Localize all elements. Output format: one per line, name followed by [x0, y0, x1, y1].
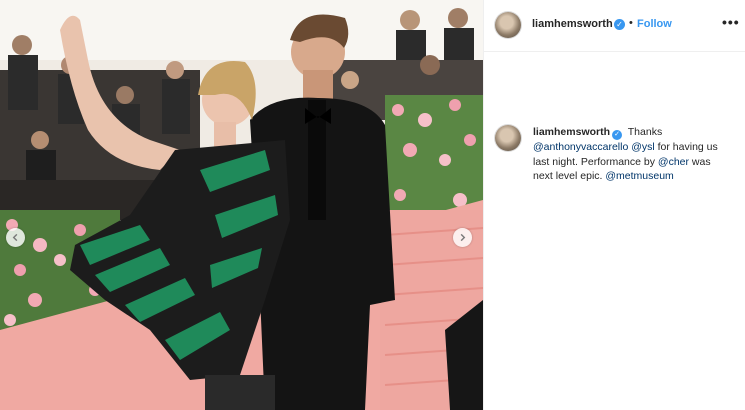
flower-wall-right: [385, 95, 483, 220]
caption-text: liamhemsworth ✓ Thanks @anthonyvaccarello…: [533, 125, 733, 184]
caption-comment: liamhemsworth ✓ Thanks @anthonyvaccarello…: [484, 52, 745, 182]
carousel-next-button[interactable]: [453, 228, 472, 247]
caption-text-1: Thanks: [627, 126, 663, 138]
more-options-icon[interactable]: •••: [722, 14, 740, 30]
mention-anthonyvaccarello[interactable]: @anthonyvaccarello: [533, 141, 628, 153]
follow-button[interactable]: Follow: [637, 18, 672, 30]
header-username[interactable]: liamhemsworth: [532, 18, 613, 30]
mention-cher[interactable]: @cher: [658, 156, 689, 168]
post-side-panel: liamhemsworth ✓ • Follow ••• liamhemswor…: [484, 0, 745, 410]
verified-badge-icon: ✓: [614, 19, 625, 30]
chevron-right-icon: [460, 233, 466, 242]
caption-verified-badge-icon: ✓: [612, 130, 623, 140]
post-photo[interactable]: [0, 0, 483, 410]
post-header: liamhemsworth ✓ • Follow •••: [484, 0, 745, 52]
carousel-prev-button[interactable]: [6, 228, 25, 247]
caption-username[interactable]: liamhemsworth: [533, 126, 610, 138]
separator-dot: •: [629, 17, 633, 29]
mention-ysl[interactable]: @ysl: [631, 141, 655, 153]
caption-avatar[interactable]: [495, 125, 521, 151]
chevron-left-icon: [12, 233, 18, 242]
avatar[interactable]: [495, 12, 521, 38]
mention-metmuseum[interactable]: @metmuseum: [605, 170, 673, 182]
photo-illustration: [0, 0, 483, 410]
